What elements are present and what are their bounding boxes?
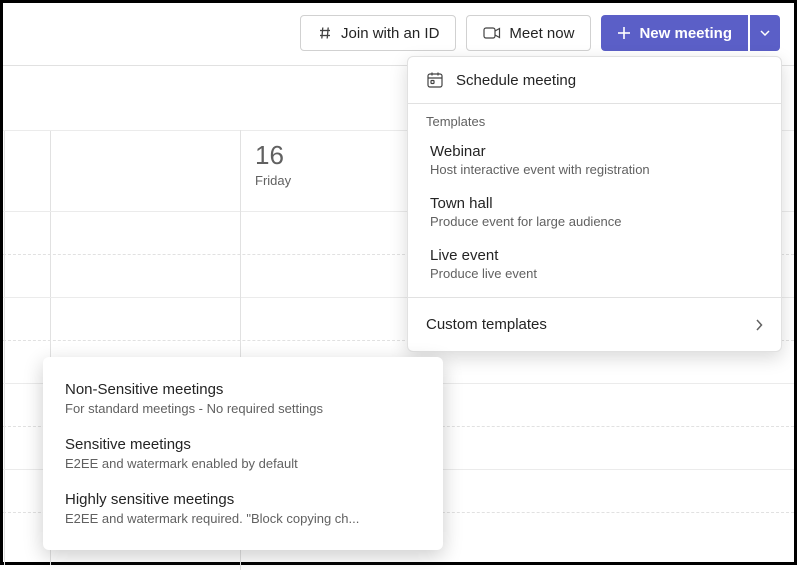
calendar-icon [426,71,444,89]
custom-template-desc: E2EE and watermark enabled by default [65,456,421,471]
meet-now-button[interactable]: Meet now [466,15,591,51]
video-icon [483,26,501,40]
plus-icon [617,26,631,40]
template-title: Webinar [430,143,763,160]
template-title: Town hall [430,195,763,212]
custom-template-sensitive[interactable]: Sensitive meetings E2EE and watermark en… [43,426,443,481]
template-desc: Produce live event [430,266,763,281]
template-town-hall[interactable]: Town hall Produce event for large audien… [408,187,781,239]
schedule-meeting-label: Schedule meeting [456,72,576,89]
custom-templates-flyout: Non-Sensitive meetings For standard meet… [43,357,443,550]
custom-template-title: Highly sensitive meetings [65,491,421,508]
new-meeting-dropdown: Schedule meeting Templates Webinar Host … [407,56,782,352]
chevron-down-icon [760,30,770,36]
custom-template-desc: For standard meetings - No required sett… [65,401,421,416]
join-with-id-label: Join with an ID [341,25,439,42]
custom-templates-item[interactable]: Custom templates [408,297,781,351]
day-number: 16 [255,140,401,171]
new-meeting-dropdown-toggle[interactable] [750,15,780,51]
day-header: 16 Friday [241,130,415,198]
template-desc: Produce event for large audience [430,214,763,229]
template-title: Live event [430,247,763,264]
new-meeting-split-button: New meeting [601,15,780,51]
new-meeting-button[interactable]: New meeting [601,15,748,51]
template-desc: Host interactive event with registration [430,162,763,177]
new-meeting-label: New meeting [639,25,732,42]
custom-templates-label: Custom templates [426,316,547,333]
template-live-event[interactable]: Live event Produce live event [408,239,781,297]
custom-template-non-sensitive[interactable]: Non-Sensitive meetings For standard meet… [43,371,443,426]
day-name: Friday [255,173,401,188]
chevron-right-icon [755,319,763,331]
custom-template-desc: E2EE and watermark required. "Block copy… [65,511,421,526]
custom-template-title: Non-Sensitive meetings [65,381,421,398]
hash-icon [317,25,333,41]
grid-line [4,130,5,565]
custom-template-highly-sensitive[interactable]: Highly sensitive meetings E2EE and water… [43,481,443,536]
template-webinar[interactable]: Webinar Host interactive event with regi… [408,135,781,187]
schedule-meeting-item[interactable]: Schedule meeting [408,57,781,103]
custom-template-title: Sensitive meetings [65,436,421,453]
templates-header: Templates [408,103,781,135]
meet-now-label: Meet now [509,25,574,42]
join-with-id-button[interactable]: Join with an ID [300,15,456,51]
